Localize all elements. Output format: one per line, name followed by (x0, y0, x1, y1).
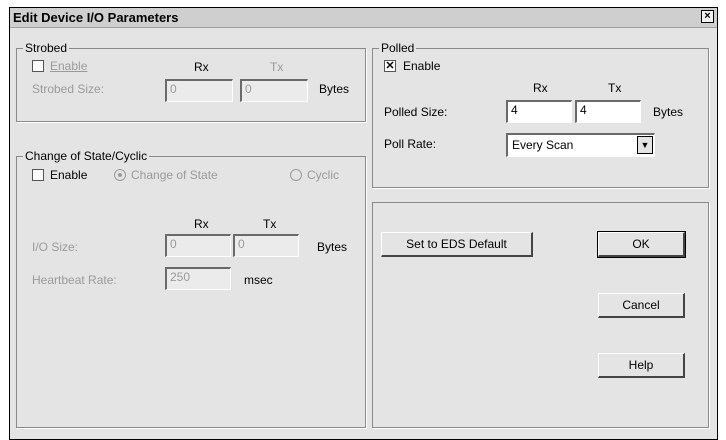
polled-size-label: Polled Size: (384, 105, 448, 119)
strobed-enable-label[interactable]: Enable (50, 59, 87, 73)
strobed-legend: Strobed (23, 41, 70, 55)
polled-enable-checkbox[interactable]: ✕ (384, 60, 396, 72)
chevron-down-icon[interactable]: ▼ (637, 136, 653, 154)
strobed-bytes-label: Bytes (319, 82, 350, 96)
close-icon[interactable]: × (701, 10, 714, 23)
strobed-size-label: Strobed Size: (32, 82, 105, 96)
heartbeat-rate-input[interactable]: 250 (165, 267, 231, 290)
cos-rx-input[interactable]: 0 (165, 234, 231, 257)
polled-rx-header: Rx (533, 81, 548, 95)
cos-tx-header: Tx (263, 217, 277, 231)
polled-tx-header: Tx (608, 81, 622, 95)
heartbeat-msec-label: msec (244, 273, 273, 287)
ok-button[interactable]: OK (597, 231, 686, 258)
set-to-eds-default-button[interactable]: Set to EDS Default (381, 232, 533, 257)
edit-device-io-dialog: Edit Device I/O Parameters × Strobed Ena… (9, 7, 718, 440)
strobed-enable-checkbox[interactable] (32, 60, 44, 72)
help-button[interactable]: Help (598, 353, 685, 378)
polled-tx-input[interactable]: 4 (575, 100, 641, 123)
button-panel: Set to EDS Default OK Cancel Help (372, 202, 709, 428)
strobed-rx-header: Rx (194, 60, 209, 74)
window-title: Edit Device I/O Parameters (13, 10, 179, 25)
strobed-group: Strobed Enable Rx Tx Strobed Size: 0 0 B… (16, 41, 366, 122)
cos-cyclic-group: Change of State/Cyclic Enable Change of … (16, 149, 366, 428)
strobed-rx-input[interactable]: 0 (165, 79, 233, 102)
heartbeat-rate-label: Heartbeat Rate: (32, 273, 117, 287)
cancel-button[interactable]: Cancel (598, 293, 685, 318)
cyclic-label[interactable]: Cyclic (307, 168, 339, 182)
cos-rx-header: Rx (194, 217, 209, 231)
strobed-tx-input[interactable]: 0 (240, 79, 308, 102)
poll-rate-label: Poll Rate: (384, 137, 437, 151)
polled-enable-label[interactable]: Enable (403, 59, 440, 73)
change-of-state-radio[interactable] (114, 169, 126, 181)
polled-rx-input[interactable]: 4 (506, 100, 572, 123)
poll-rate-value: Every Scan (512, 138, 574, 152)
cos-enable-checkbox[interactable] (32, 169, 44, 181)
change-of-state-label[interactable]: Change of State (131, 168, 218, 182)
strobed-tx-header: Tx (270, 60, 284, 74)
polled-legend: Polled (379, 41, 417, 55)
polled-group: Polled ✕ Enable Rx Tx Polled Size: 4 4 B… (372, 41, 709, 188)
cos-cyclic-legend: Change of State/Cyclic (23, 149, 150, 163)
cyclic-radio[interactable] (290, 169, 302, 181)
io-size-label: I/O Size: (32, 240, 79, 254)
cos-tx-input[interactable]: 0 (233, 234, 299, 257)
polled-bytes-label: Bytes (653, 105, 684, 119)
cos-bytes-label: Bytes (317, 240, 348, 254)
cos-enable-label[interactable]: Enable (50, 168, 87, 182)
poll-rate-select[interactable]: Every Scan ▼ (506, 133, 655, 157)
title-bar[interactable]: Edit Device I/O Parameters × (10, 8, 717, 28)
